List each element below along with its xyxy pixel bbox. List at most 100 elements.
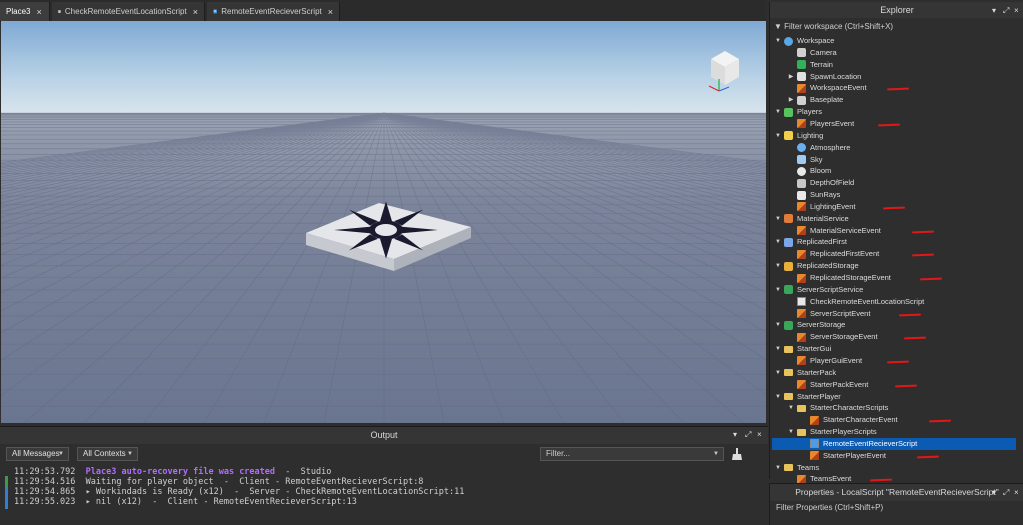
tree-item-starterpack[interactable]: ▼StarterPack bbox=[774, 367, 836, 379]
chevron-down-icon[interactable]: ▼ bbox=[774, 367, 782, 379]
tree-item-spawnlocation[interactable]: ▶SpawnLocation bbox=[787, 71, 861, 83]
tree-item-serverstorage[interactable]: ▼ServerStorage bbox=[774, 319, 845, 331]
chevron-down-icon[interactable]: ▼ bbox=[774, 35, 782, 47]
tree-item-serverstorageevent[interactable]: ServerStorageEvent bbox=[787, 331, 878, 343]
folder-icon bbox=[784, 393, 793, 400]
tree-item-materialservice[interactable]: ▼MaterialService bbox=[774, 213, 849, 225]
messages-filter-dropdown[interactable]: All Messages▼ bbox=[6, 447, 69, 461]
tree-item-label: Camera bbox=[810, 47, 837, 59]
local-script-icon bbox=[213, 7, 217, 16]
chevron-down-icon[interactable]: ▼ bbox=[774, 130, 782, 142]
folder-icon bbox=[784, 369, 793, 376]
tree-item-workspaceevent[interactable]: WorkspaceEvent bbox=[787, 82, 867, 94]
chevron-right-icon[interactable]: ▶ bbox=[787, 71, 795, 83]
tree-item-startergui[interactable]: ▼StarterGui bbox=[774, 343, 831, 355]
dock-icon[interactable]: ▾ bbox=[733, 430, 737, 439]
chevron-down-icon[interactable]: ▼ bbox=[787, 402, 795, 414]
tree-item-startercharacterevent[interactable]: StarterCharacterEvent bbox=[800, 414, 898, 426]
tree-item-starterplayer[interactable]: ▼StarterPlayer bbox=[774, 391, 841, 403]
tree-item-teams[interactable]: ▼Teams bbox=[774, 462, 819, 474]
dock-icon[interactable]: ▾ bbox=[992, 6, 996, 15]
tree-item-starterplayerscripts[interactable]: ▼ StarterPlayerScripts bbox=[787, 426, 877, 438]
close-icon[interactable]: × bbox=[757, 430, 762, 439]
tree-item-lightingevent[interactable]: LightingEvent bbox=[787, 201, 855, 213]
tree-item-depthoffield[interactable]: DepthOfField bbox=[787, 177, 854, 189]
tree-item-atmosphere[interactable]: Atmosphere bbox=[787, 142, 850, 154]
tree-item-playerguievent[interactable]: PlayerGuiEvent bbox=[787, 355, 862, 367]
chevron-down-icon[interactable]: ▼ bbox=[787, 426, 795, 438]
workspace-icon bbox=[784, 37, 793, 46]
tree-item-terrain[interactable]: Terrain bbox=[787, 59, 833, 71]
chevron-down-icon[interactable]: ▼ bbox=[774, 391, 782, 403]
tree-item-label: ServerScriptEvent bbox=[810, 308, 870, 320]
tree-item-sunrays[interactable]: SunRays bbox=[787, 189, 840, 201]
remote-event-icon bbox=[797, 274, 806, 283]
close-icon[interactable]: × bbox=[1014, 6, 1019, 15]
tab-check-remote-event-location-script[interactable]: CheckRemoteEventLocationScript × bbox=[52, 2, 205, 21]
chevron-down-icon[interactable]: ▼ bbox=[774, 284, 782, 296]
maximize-icon[interactable]: ⤢ bbox=[745, 430, 751, 440]
tree-item-label: SunRays bbox=[810, 189, 840, 201]
tree-item-label: WorkspaceEvent bbox=[810, 82, 867, 94]
close-icon[interactable]: × bbox=[328, 7, 333, 17]
document-tab-bar: Place3 × CheckRemoteEventLocationScript … bbox=[0, 0, 766, 22]
tree-item-label: StarterPlayerScripts bbox=[810, 426, 877, 438]
properties-filter-input[interactable]: Filter Properties (Ctrl+Shift+P) bbox=[776, 503, 883, 512]
tree-item-sky[interactable]: Sky bbox=[787, 154, 823, 166]
dock-icon[interactable]: ▾ bbox=[992, 488, 996, 497]
tree-item-checkremoteeventlocationscript[interactable]: CheckRemoteEventLocationScript bbox=[787, 296, 924, 308]
log-line[interactable]: 11:29:54.865 ▸ Workindads is Ready (x12)… bbox=[14, 487, 464, 497]
log-line[interactable]: 11:29:53.792 Place3 auto-recovery file w… bbox=[14, 467, 331, 477]
tree-item-label: StarterCharacterScripts bbox=[810, 402, 888, 414]
tree-item-bloom[interactable]: Bloom bbox=[787, 165, 831, 177]
tree-item-remoteeventrecieverscript[interactable]: RemoteEventRecieverScript bbox=[800, 438, 917, 450]
tree-item-label: ServerScriptService bbox=[797, 284, 863, 296]
tree-item-replicatedfirst[interactable]: ▼ReplicatedFirst bbox=[774, 236, 847, 248]
tree-item-camera[interactable]: Camera bbox=[787, 47, 837, 59]
chevron-right-icon[interactable]: ▶ bbox=[787, 94, 795, 106]
tree-item-baseplate[interactable]: ▶Baseplate bbox=[787, 94, 843, 106]
tree-item-starterplayerevent[interactable]: StarterPlayerEvent bbox=[800, 450, 886, 462]
tab-place3[interactable]: Place3 × bbox=[0, 2, 50, 21]
output-filter-input[interactable]: Filter...▼ bbox=[540, 447, 724, 461]
red-annotation-mark bbox=[883, 207, 905, 210]
contexts-filter-value: All Contexts bbox=[83, 449, 126, 458]
tree-item-serverscriptevent[interactable]: ServerScriptEvent bbox=[787, 308, 870, 320]
tree-item-players[interactable]: ▼Players bbox=[774, 106, 822, 118]
tree-item-materialserviceevent[interactable]: MaterialServiceEvent bbox=[787, 225, 881, 237]
remote-event-icon bbox=[797, 333, 806, 342]
maximize-icon[interactable]: ⤢ bbox=[1003, 488, 1009, 498]
sunrays-icon bbox=[797, 191, 806, 200]
replicated-first-icon bbox=[784, 238, 793, 247]
log-line[interactable]: 11:29:55.023 ▸ nil (x12) - Client - Remo… bbox=[14, 497, 357, 507]
tree-item-lighting[interactable]: ▼Lighting bbox=[774, 130, 823, 142]
close-icon[interactable]: × bbox=[1014, 488, 1019, 497]
close-icon[interactable]: × bbox=[36, 7, 41, 17]
chevron-down-icon[interactable]: ▼ bbox=[774, 213, 782, 225]
tree-item-replicatedstorageevent[interactable]: ReplicatedStorageEvent bbox=[787, 272, 891, 284]
chevron-down-icon[interactable]: ▼ bbox=[774, 343, 782, 355]
tree-item-starterpackevent[interactable]: StarterPackEvent bbox=[787, 379, 868, 391]
clear-output-icon[interactable] bbox=[731, 447, 743, 461]
chevron-down-icon[interactable]: ▼ bbox=[774, 106, 782, 118]
tree-item-startercharacterscripts[interactable]: ▼ StarterCharacterScripts bbox=[787, 402, 888, 414]
chevron-down-icon[interactable]: ▼ bbox=[774, 462, 782, 474]
tree-item-replicatedfirstevent[interactable]: ReplicatedFirstEvent bbox=[787, 248, 879, 260]
close-icon[interactable]: × bbox=[193, 7, 198, 17]
tree-item-label: Bloom bbox=[810, 165, 831, 177]
tree-item-replicatedstorage[interactable]: ▼ReplicatedStorage bbox=[774, 260, 859, 272]
maximize-icon[interactable]: ⤢ bbox=[1003, 6, 1009, 16]
log-line[interactable]: 11:29:54.516 Waiting for player object -… bbox=[14, 477, 423, 487]
tree-item-serverscriptservice[interactable]: ▼ ServerScriptService bbox=[774, 284, 863, 296]
chevron-down-icon[interactable]: ▼ bbox=[774, 319, 782, 331]
atmosphere-icon bbox=[797, 143, 806, 152]
tree-item-label: Terrain bbox=[810, 59, 833, 71]
explorer-filter-input[interactable]: ▼ Filter workspace (Ctrl+Shift+X) bbox=[774, 20, 1021, 34]
3d-viewport[interactable] bbox=[1, 21, 766, 423]
chevron-down-icon[interactable]: ▼ bbox=[774, 260, 782, 272]
chevron-down-icon[interactable]: ▼ bbox=[774, 236, 782, 248]
tab-remote-event-reciever-script[interactable]: RemoteEventRecieverScript × bbox=[207, 2, 340, 21]
tree-item-workspace[interactable]: ▼Workspace bbox=[774, 35, 834, 47]
tree-item-playersevent[interactable]: PlayersEvent bbox=[787, 118, 854, 130]
contexts-filter-dropdown[interactable]: All Contexts▼ bbox=[77, 447, 138, 461]
